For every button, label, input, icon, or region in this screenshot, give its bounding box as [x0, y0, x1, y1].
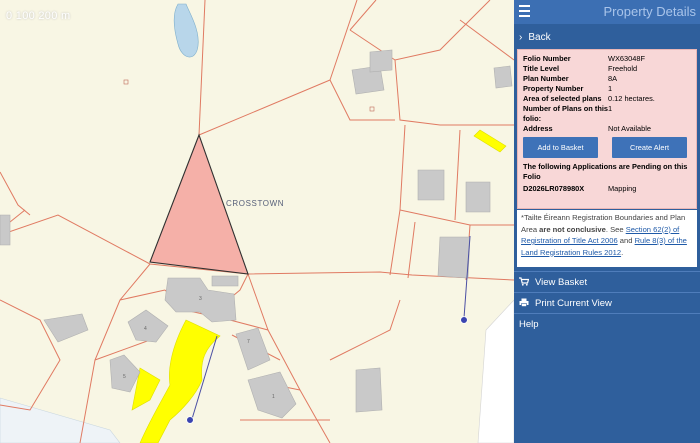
title-level-row: Title Level Freehold: [518, 64, 696, 74]
address-label: Address: [523, 124, 553, 133]
title-level-label: Title Level: [523, 64, 560, 73]
cart-icon: [519, 276, 530, 288]
title-level-value: Freehold: [608, 64, 638, 73]
note-text: .: [621, 247, 624, 257]
panel-title: Property Details: [603, 4, 696, 19]
note-text: . See: [605, 224, 626, 234]
folio-number-value: WX63048F: [608, 54, 645, 63]
plans-count-row: Number of Plans on this folio: 1: [518, 104, 696, 124]
note-bold: are not conclusive: [539, 224, 606, 234]
pending-row: D2026LR078980X Mapping: [518, 184, 696, 194]
road-edge: [477, 299, 514, 443]
pending-heading: The following Applications are Pending o…: [523, 162, 688, 181]
address-value: Not Available: [608, 124, 652, 133]
area-value: 0.12 hectares.: [608, 94, 655, 103]
help-menu-item[interactable]: Help: [514, 314, 700, 334]
property-number-value: 1: [608, 84, 613, 93]
building-number-label: 1: [272, 394, 275, 400]
back-label: Back: [528, 31, 551, 43]
plan-number-row: Plan Number 8A: [518, 74, 696, 84]
building-number-label: 5: [123, 374, 126, 380]
chevron-right-icon: ›: [519, 31, 523, 43]
map-markers: [123, 79, 375, 112]
area-row: Area of selected plans 0.12 hectares.: [518, 94, 696, 104]
folio-number-row: Folio Number WX63048F: [518, 54, 696, 64]
scale-label: 0 100 200 m: [6, 10, 71, 22]
note-text: and: [617, 236, 635, 245]
building-number-label: 4: [144, 326, 147, 332]
property-number-label: Property Number: [523, 84, 584, 93]
building-number-label: 7: [247, 339, 250, 345]
area-label: Area of selected plans: [523, 94, 602, 103]
hamburger-menu-icon[interactable]: [519, 5, 530, 20]
property-number-row: Property Number 1: [518, 84, 696, 94]
details-buttons: Add to Basket Create Alert: [518, 134, 696, 162]
map-view[interactable]: 3 4 7 5 1 0 100 200 m CROSSTOWN: [0, 0, 514, 443]
building-number-label: 3: [199, 296, 202, 302]
plan-number-label: Plan Number: [523, 74, 569, 83]
view-basket-menu-item[interactable]: View Basket: [514, 272, 700, 292]
plans-count-label: Number of Plans on this folio:: [523, 104, 608, 123]
townland-label: CROSSTOWN: [226, 199, 285, 208]
plan-number-value: 8A: [608, 74, 618, 83]
pending-ref: D2026LR078980X: [523, 184, 585, 193]
folio-details-box: Folio Number WX63048F Title Level Freehold…: [517, 49, 697, 209]
map-canvas[interactable]: 3 4 7 5 1: [0, 0, 514, 443]
highlight-area-3: [473, 129, 507, 153]
print-label: Print Current View: [535, 297, 612, 309]
pending-type: Mapping: [608, 184, 637, 193]
address-row: Address Not Available: [518, 124, 696, 134]
panel-header: Property Details: [514, 0, 700, 24]
add-to-basket-button[interactable]: Add to Basket: [523, 137, 598, 158]
plans-count-value: 1: [608, 104, 613, 113]
parcel-boundaries: [0, 0, 514, 443]
print-menu-item[interactable]: Print Current View: [514, 293, 700, 313]
view-basket-label: View Basket: [535, 276, 588, 288]
road-bottom: [0, 397, 121, 443]
help-label: Help: [519, 318, 539, 330]
disclaimer-note: *Tailte Éireann Registration Boundaries …: [517, 210, 697, 267]
create-alert-button[interactable]: Create Alert: [612, 137, 687, 158]
pond: [173, 3, 199, 58]
back-button[interactable]: › Back: [514, 27, 700, 47]
print-icon: [519, 298, 529, 309]
folio-number-label: Folio Number: [523, 54, 571, 63]
buildings: [0, 49, 513, 419]
